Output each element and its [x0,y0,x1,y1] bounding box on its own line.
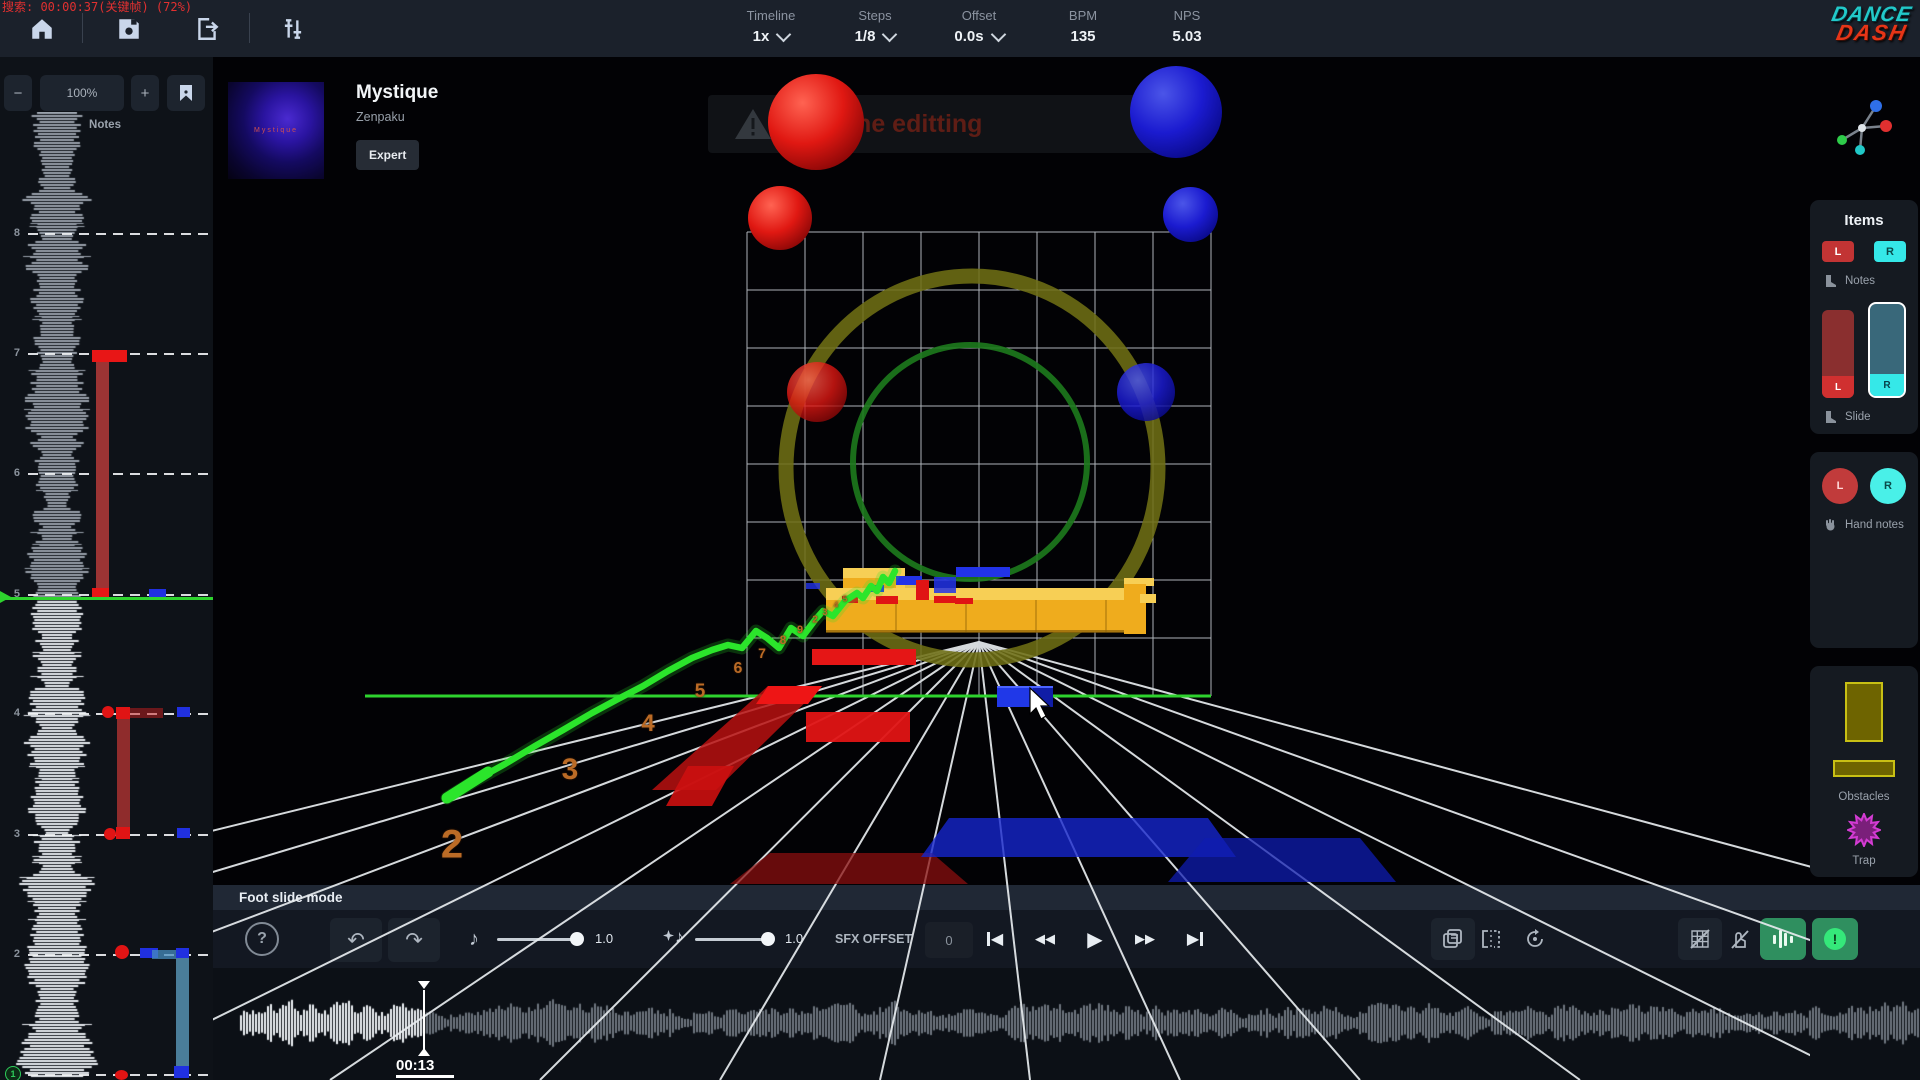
items-title: Items [1810,212,1918,229]
playhead-marker-bottom[interactable] [418,1048,430,1056]
blue-note-sphere-large[interactable] [1130,66,1222,158]
hand-note-left-item[interactable]: L [1822,468,1858,504]
note-left-item[interactable]: L [1822,241,1854,262]
note-right-item[interactable]: R [1874,241,1906,262]
axis-gizmo[interactable] [1830,96,1894,160]
warning-icon [734,107,772,141]
obstacles-card: Obstacles Trap [1810,666,1918,877]
blue-note-sphere-mid[interactable] [1117,363,1175,421]
blue-floor-notes [921,686,1396,882]
trap-item[interactable] [1847,813,1881,847]
hand-notes-card: L R Hand notes [1810,452,1918,648]
current-time-underline [396,1075,454,1078]
obstacles-label: Obstacles [1810,791,1918,803]
playhead-marker-top[interactable] [418,981,430,989]
album-art: Mystique [228,82,324,179]
red-note-sphere-large[interactable] [768,74,864,170]
difficulty-badge: Expert [356,140,419,170]
obstacle-wall-item[interactable] [1845,682,1883,742]
notes-label: Notes [1845,275,1875,287]
red-note-sphere-small[interactable] [748,186,812,250]
obstacle-bar-item[interactable] [1833,760,1895,777]
hand-notes-label: Hand notes [1845,519,1904,531]
green-ring [853,345,1087,579]
song-artist: Zenpaku [356,110,438,124]
app-window: 234567892345 End line editting Mystique … [0,0,1920,1080]
red-note-sphere-mid[interactable] [787,362,847,422]
blue-note-sphere-small[interactable] [1163,187,1218,242]
slide-right-item-selected[interactable]: R [1868,302,1906,398]
slide-left-item[interactable]: L [1822,310,1854,398]
trap-label: Trap [1810,855,1918,867]
playhead-line[interactable] [423,990,425,1052]
items-panel: Items L R Notes L R Slide [1810,200,1918,895]
footprint-icon [1824,274,1837,288]
song-info: Mystique Mystique Zenpaku Expert [228,82,438,179]
hand-icon [1824,518,1837,531]
current-time-label: 00:13 [396,1057,434,1074]
hand-note-right-item[interactable]: R [1870,468,1906,504]
song-title: Mystique [356,82,438,104]
notes-slide-card: Items L R Notes L R Slide [1810,200,1918,434]
debug-overlay-text: 搜索: 00:00:37(关键帧) (72%) [2,0,192,15]
slide-label: Slide [1845,411,1871,423]
footprint-icon [1824,410,1837,424]
